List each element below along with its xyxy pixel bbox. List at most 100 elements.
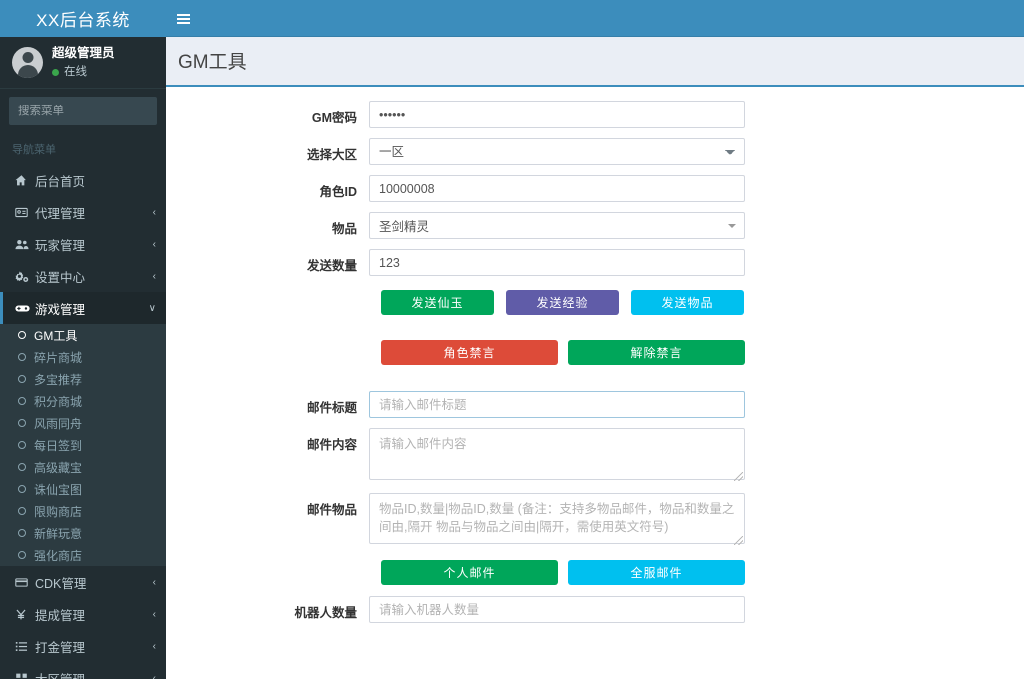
global-mail-button[interactable]: 全服邮件 (568, 560, 745, 585)
avatar (12, 47, 43, 78)
form-row-amount: 发送数量 (166, 249, 1024, 276)
sidebar-item-settings[interactable]: 设置中心 ‹ (0, 260, 166, 292)
gm-password-label: GM密码 (311, 111, 357, 125)
sidebar-item-region[interactable]: 大区管理 ‹ (0, 662, 166, 679)
form-row-gm-password: GM密码 (166, 101, 1024, 128)
submenu-item-gm-tool[interactable]: GM工具 (0, 324, 166, 346)
sidebar-item-players[interactable]: 玩家管理 ‹ (0, 228, 166, 260)
item-select[interactable]: 圣剑精灵 (369, 212, 745, 239)
personal-mail-button[interactable]: 个人邮件 (381, 560, 558, 585)
id-card-icon (15, 206, 35, 219)
sidebar-item-label: CDK管理 (35, 576, 87, 591)
sidebar-item-label: 代理管理 (35, 206, 86, 221)
chevron-down-icon: ∨ (148, 302, 156, 314)
submenu-item-daily-signin[interactable]: 每日签到 (0, 434, 166, 456)
send-exp-button[interactable]: 发送经验 (506, 290, 619, 315)
home-icon (15, 174, 35, 187)
submenu-item-label: 多宝推荐 (34, 372, 83, 387)
item-label: 物品 (331, 222, 357, 236)
chevron-icon: ‹ (152, 238, 156, 250)
submenu-item-fragment-shop[interactable]: 碎片商城 (0, 346, 166, 368)
brand-logo[interactable]: XX后台系统 (0, 0, 166, 37)
sidebar-item-label: 打金管理 (35, 640, 86, 655)
user-status-label: 在线 (64, 65, 87, 78)
circle-o-icon (18, 375, 26, 383)
submenu-item-advanced-treasure[interactable]: 高级藏宝 (0, 456, 166, 478)
sidebar-item-label: 游戏管理 (35, 302, 86, 317)
gamepad-icon (15, 303, 35, 314)
nav-header: 导航菜单 (0, 134, 166, 164)
resize-handle[interactable] (734, 471, 743, 481)
top-navbar (166, 0, 1024, 37)
submenu-item-new-fun[interactable]: 新鲜玩意 (0, 522, 166, 544)
submenu-item-label: 新鲜玩意 (34, 526, 83, 541)
robot-count-field[interactable] (369, 596, 745, 623)
form-row-item: 物品 圣剑精灵 (166, 212, 1024, 239)
circle-o-icon (18, 463, 26, 471)
circle-o-icon (18, 331, 26, 339)
sidebar-item-cdk[interactable]: CDK管理 ‹ (0, 566, 166, 598)
user-name: 超级管理员 (52, 45, 115, 60)
sidebar-item-label: 设置中心 (35, 270, 86, 285)
sidebar-item-commission[interactable]: 提成管理 ‹ (0, 598, 166, 630)
form-row-role-id: 角色ID (166, 175, 1024, 202)
mail-title-field[interactable] (369, 391, 745, 418)
circle-o-icon (18, 529, 26, 537)
circle-o-icon (18, 485, 26, 493)
submenu-item-label: 风雨同舟 (34, 416, 83, 431)
sidebar-item-game[interactable]: 游戏管理 ∨ (0, 292, 166, 324)
ban-buttons-row: 角色禁言 解除禁言 (166, 340, 1024, 365)
submenu-item-label: 碎片商城 (34, 350, 83, 365)
grid-icon (15, 672, 35, 679)
submenu-item-zhuxian-map[interactable]: 诛仙宝图 (0, 478, 166, 500)
main-content: GM工具 GM密码 选择大区 一区 角色ID (166, 37, 1024, 679)
circle-o-icon (18, 353, 26, 361)
submenu-item-label: GM工具 (34, 328, 78, 343)
circle-o-icon (18, 419, 26, 427)
sidebar-item-dashboard[interactable]: 后台首页 (0, 164, 166, 196)
search-input[interactable] (10, 105, 166, 117)
amount-field[interactable] (369, 249, 745, 276)
sidebar-item-gold-farming[interactable]: 打金管理 ‹ (0, 630, 166, 662)
unban-role-button[interactable]: 解除禁言 (568, 340, 745, 365)
submenu-item-point-shop[interactable]: 积分商城 (0, 390, 166, 412)
role-id-field[interactable] (369, 175, 745, 202)
user-panel: 超级管理员 在线 (0, 37, 166, 89)
page-title: GM工具 (178, 52, 247, 73)
ban-role-button[interactable]: 角色禁言 (381, 340, 558, 365)
form-row-robot-count: 机器人数量 (166, 596, 1024, 623)
chevron-icon: ‹ (152, 270, 156, 282)
sidebar: XX后台系统 超级管理员 在线 导航菜单 (0, 0, 166, 679)
server-select[interactable]: 一区 (369, 138, 745, 165)
submenu-item-fengyutongzhou[interactable]: 风雨同舟 (0, 412, 166, 434)
item-select-value: 圣剑精灵 (379, 220, 430, 234)
chevron-icon: ‹ (152, 672, 156, 679)
send-item-button[interactable]: 发送物品 (631, 290, 744, 315)
resize-handle[interactable] (734, 536, 743, 545)
list-icon (15, 640, 35, 653)
circle-o-icon (18, 441, 26, 449)
submenu-item-enhance-shop[interactable]: 强化商店 (0, 544, 166, 566)
mail-items-label: 邮件物品 (306, 502, 357, 517)
menu-toggle-icon[interactable] (166, 0, 200, 37)
send-gem-button[interactable]: 发送仙玉 (381, 290, 494, 315)
admin-dashboard: XX后台系统 超级管理员 在线 导航菜单 (0, 0, 1024, 679)
amount-label: 发送数量 (306, 259, 357, 273)
caret-down-icon (728, 224, 736, 228)
submenu-item-label: 高级藏宝 (34, 460, 83, 475)
sidebar-item-label: 大区管理 (35, 669, 153, 679)
brand-title: XX后台系统 (36, 11, 130, 30)
sidebar-item-label: 后台首页 (35, 174, 86, 189)
yen-icon (15, 608, 35, 621)
chevron-icon: ‹ (152, 608, 156, 620)
online-dot-icon (52, 68, 59, 76)
sidebar-submenu-game: GM工具 碎片商城 多宝推荐 积分商城 风雨同舟 每日签到 高级藏宝 诛仙宝图 … (0, 324, 166, 566)
submenu-item-limited-shop[interactable]: 限购商店 (0, 500, 166, 522)
server-label: 选择大区 (306, 148, 357, 162)
submenu-item-label: 诛仙宝图 (34, 482, 83, 497)
submenu-item-duobao[interactable]: 多宝推荐 (0, 368, 166, 390)
sidebar-item-agent[interactable]: 代理管理 ‹ (0, 196, 166, 228)
gm-password-field[interactable] (369, 101, 745, 128)
mail-items-field[interactable] (369, 492, 745, 544)
mail-body-field[interactable] (369, 428, 745, 480)
